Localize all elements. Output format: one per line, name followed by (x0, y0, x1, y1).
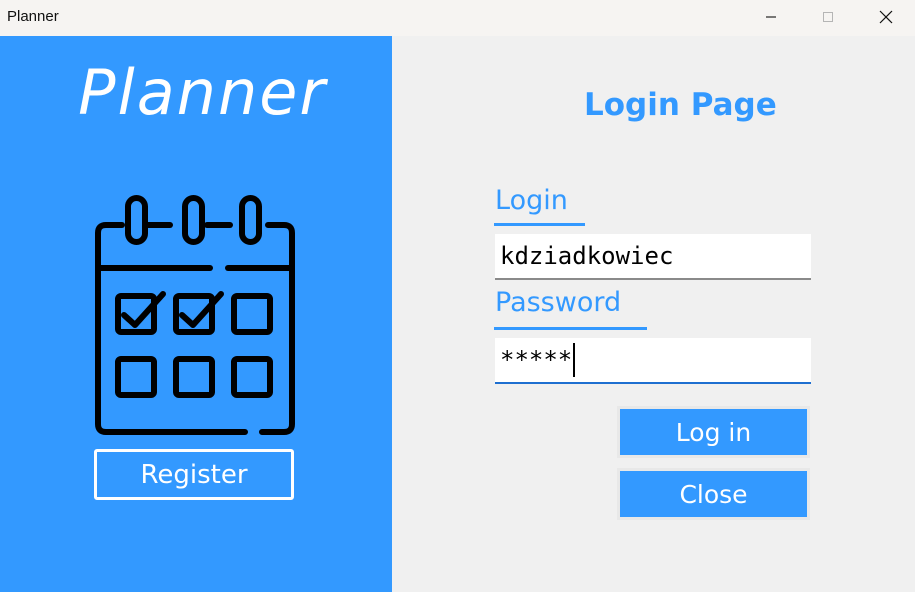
register-button[interactable]: Register (94, 449, 294, 500)
close-icon (879, 10, 893, 24)
close-button[interactable]: Close (617, 468, 810, 520)
text-caret (573, 343, 575, 377)
login-value: kdziadkowiec (500, 242, 674, 270)
page-title: Login Page (584, 87, 777, 123)
login-label-underline (494, 223, 585, 226)
minimize-icon (766, 16, 776, 18)
password-value: ***** (500, 346, 573, 374)
close-window-button[interactable] (863, 0, 909, 34)
window-titlebar: Planner (0, 0, 915, 36)
login-input[interactable]: kdziadkowiec (495, 234, 811, 280)
maximize-icon (823, 12, 833, 22)
login-label: Login (495, 185, 568, 216)
password-input[interactable]: ***** (495, 338, 811, 384)
password-label: Password (495, 287, 622, 318)
minimize-button[interactable] (748, 0, 794, 34)
calendar-checklist-icon (95, 195, 295, 435)
password-label-underline (494, 327, 647, 330)
window-title: Planner (7, 8, 59, 25)
login-button[interactable]: Log in (617, 406, 810, 458)
maximize-button[interactable] (805, 0, 851, 34)
app-name: Planner (78, 56, 327, 129)
